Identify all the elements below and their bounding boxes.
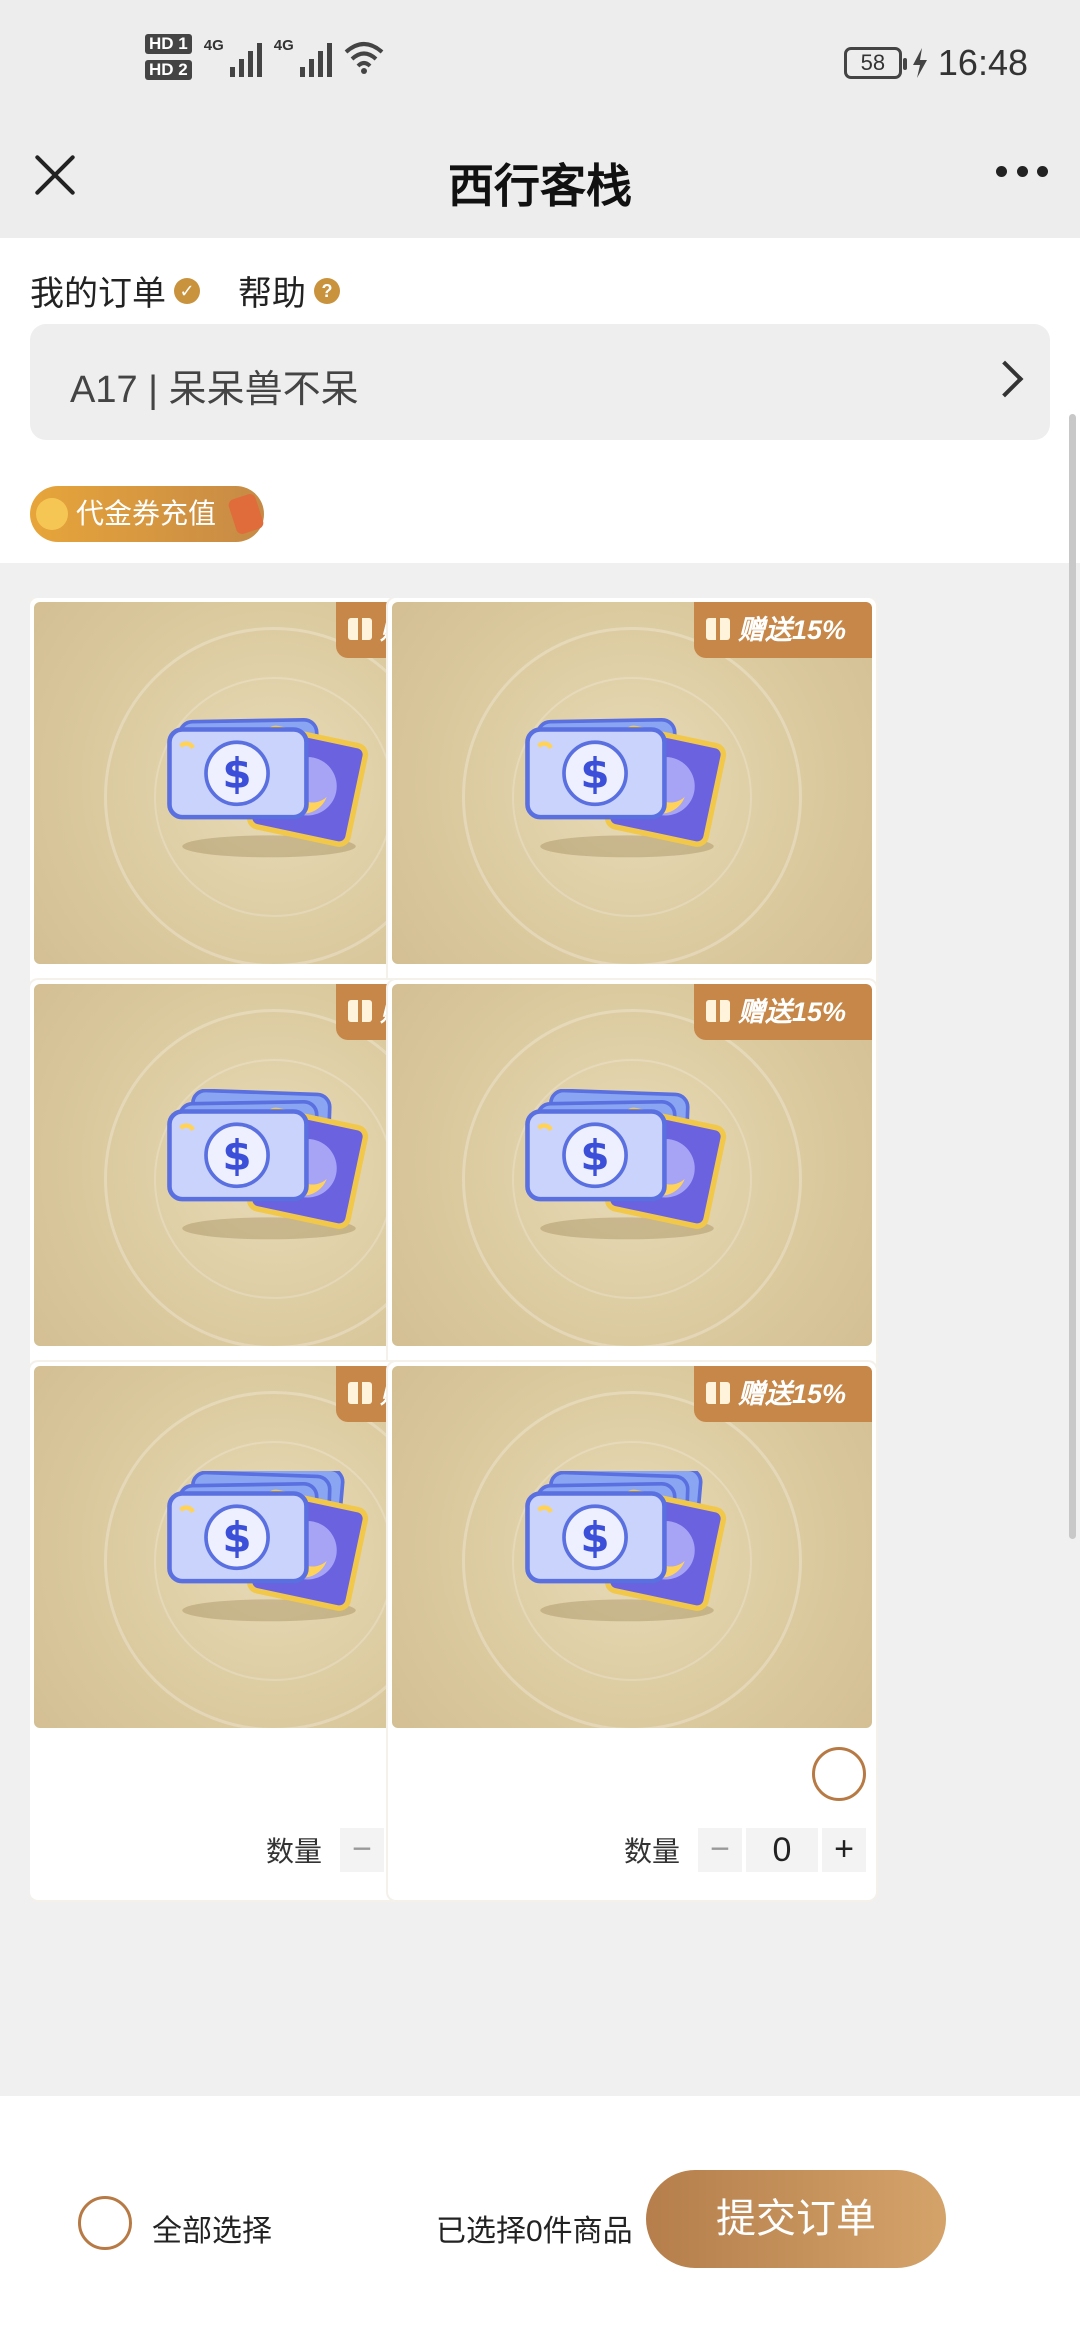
svg-text:$: $ bbox=[222, 1513, 251, 1562]
server-name: A17 | 呆呆兽不呆 bbox=[70, 369, 359, 411]
gift-badge: 赠送15% bbox=[694, 1366, 872, 1422]
gift-icon bbox=[348, 1380, 372, 1404]
gift-label: 赠送15% bbox=[738, 615, 847, 645]
gift-label: 赠送15% bbox=[738, 997, 847, 1027]
gift-icon bbox=[348, 998, 372, 1022]
product-image: $ 赠送15% bbox=[392, 602, 872, 964]
check-icon: ✓ bbox=[174, 277, 200, 304]
minus-button[interactable]: − bbox=[340, 1828, 384, 1872]
gift-icon bbox=[348, 616, 372, 640]
svg-text:$: $ bbox=[580, 1513, 609, 1562]
charging-icon bbox=[912, 48, 927, 78]
svg-text:$: $ bbox=[580, 1131, 609, 1180]
product-card[interactable]: $ 赠送15% 数量 − 0 + bbox=[388, 1362, 876, 1900]
page-title: 西行客栈 bbox=[448, 160, 632, 212]
gift-label: 赠送15% bbox=[738, 1379, 847, 1409]
product-image: $ 赠送15% bbox=[392, 1366, 872, 1728]
clock: 16:48 bbox=[937, 42, 1028, 83]
status-bar: HD 1 HD 2 4G 4G 58 16:48 bbox=[0, 0, 1080, 130]
more-icon[interactable] bbox=[996, 166, 1048, 178]
my-orders-label: 我的订单 bbox=[30, 275, 166, 313]
help-link[interactable]: 帮助 ? bbox=[238, 266, 340, 315]
quantity-label: 数量 bbox=[265, 1836, 322, 1867]
voucher-illustration: $ bbox=[525, 1471, 727, 1622]
account-panel: 我的订单 ✓ 帮助 ? A17 | 呆呆兽不呆 代金券充值 bbox=[0, 238, 1080, 563]
bottom-bar: 全部选择 已选择0件商品 提交订单 bbox=[0, 2096, 1080, 2340]
select-all-radio[interactable] bbox=[78, 2196, 132, 2250]
quantity-stepper: 数量 − 0 + bbox=[624, 1828, 866, 1872]
select-all-label[interactable]: 全部选择 bbox=[152, 2206, 272, 2250]
svg-text:$: $ bbox=[222, 749, 251, 798]
voucher-illustration: $ bbox=[525, 717, 727, 858]
battery-icon: 58 bbox=[843, 47, 907, 79]
gift-icon bbox=[706, 1380, 730, 1404]
signal-icon-2: 4G bbox=[274, 37, 332, 77]
submit-order-button[interactable]: 提交订单 bbox=[646, 2170, 946, 2268]
server-selector[interactable]: A17 | 呆呆兽不呆 bbox=[30, 324, 1050, 440]
app-header: 西行客栈 bbox=[0, 130, 1080, 238]
plus-button[interactable]: + bbox=[822, 1828, 866, 1872]
help-label: 帮助 bbox=[238, 275, 306, 313]
signal-icon: 4G bbox=[204, 37, 262, 77]
hd-indicators: HD 1 HD 2 bbox=[145, 34, 192, 80]
scrollbar[interactable] bbox=[1069, 414, 1076, 1539]
product-image: $ 赠送15% bbox=[392, 984, 872, 1346]
question-icon: ? bbox=[314, 277, 340, 304]
voucher-illustration: $ bbox=[167, 1089, 369, 1240]
gift-badge: 赠送15% bbox=[694, 984, 872, 1040]
gift-icon bbox=[706, 616, 730, 640]
svg-text:$: $ bbox=[222, 1131, 251, 1180]
voucher-illustration: $ bbox=[167, 717, 369, 858]
hd1-badge: HD 1 bbox=[145, 34, 192, 54]
product-select-radio[interactable] bbox=[812, 1747, 866, 1801]
wifi-icon bbox=[344, 42, 384, 74]
quantity-input[interactable]: 0 bbox=[746, 1828, 818, 1872]
gift-badge: 赠送15% bbox=[694, 602, 872, 658]
quantity-label: 数量 bbox=[623, 1836, 680, 1867]
minus-button[interactable]: − bbox=[698, 1828, 742, 1872]
svg-text:$: $ bbox=[580, 749, 609, 798]
voucher-illustration: $ bbox=[525, 1089, 727, 1240]
category-tag[interactable]: 代金券充值 bbox=[30, 486, 264, 542]
my-orders-link[interactable]: 我的订单 ✓ bbox=[30, 266, 200, 315]
product-grid: $ 赠送15% 6代金券 ¥ 6 数量 − 0 + bbox=[30, 598, 1054, 2098]
voucher-illustration: $ bbox=[167, 1471, 369, 1622]
gift-icon bbox=[706, 998, 730, 1022]
chevron-right-icon bbox=[986, 360, 1024, 398]
selected-count: 已选择0件商品 bbox=[436, 2215, 633, 2248]
hd2-badge: HD 2 bbox=[145, 60, 192, 80]
